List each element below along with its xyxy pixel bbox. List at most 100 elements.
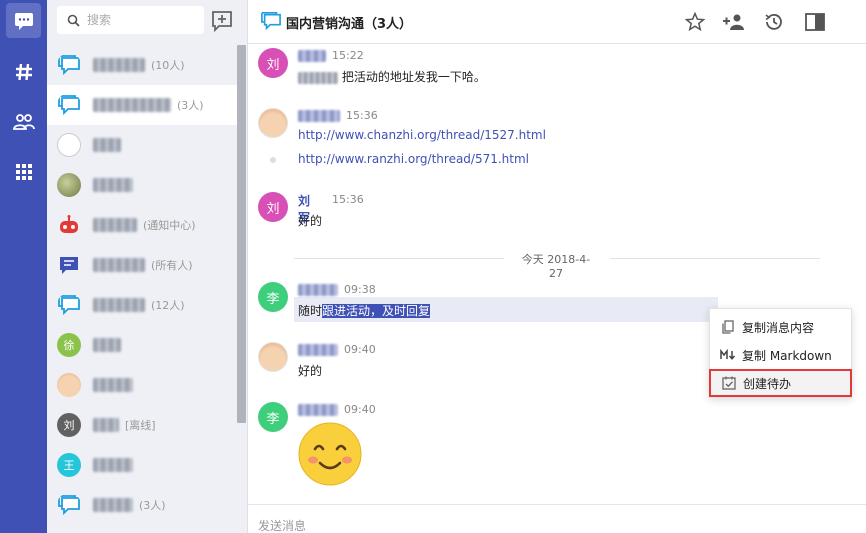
search-input[interactable]	[87, 13, 197, 27]
selected-text: 跟进活动，及时回复	[322, 304, 431, 318]
group-chat-icon	[57, 293, 81, 317]
conversation-item[interactable]	[47, 365, 237, 405]
message-time: 15:36	[332, 193, 364, 206]
conversation-meta: (3人)	[139, 499, 166, 512]
date-label: 今天 2018-4-27	[521, 253, 591, 280]
copy-markdown-menu-item[interactable]: 复制 Markdown	[710, 341, 851, 369]
conversation-item[interactable]: 刘 [离线]	[47, 405, 237, 445]
conversation-item[interactable]	[47, 125, 237, 165]
conversation-meta: (12人)	[151, 299, 185, 312]
sender-name-blurred	[298, 404, 338, 416]
conversation-item[interactable]: (所有人)	[47, 245, 237, 285]
announcement-icon	[57, 253, 81, 277]
avatar: 王	[57, 453, 81, 477]
message-text: 随时	[298, 304, 323, 318]
avatar-photo	[258, 342, 288, 372]
smiley-emoji	[298, 422, 362, 489]
conversation-items: (10人) (3人) (通知中心) (所有人) (12人) 徐 刘 [离线] 王…	[47, 45, 237, 525]
conversation-name-blurred	[93, 418, 119, 432]
menu-label: 复制 Markdown	[742, 348, 832, 363]
list-scrollbar[interactable]	[237, 45, 246, 423]
apps-nav-button[interactable]	[6, 154, 41, 189]
search-box[interactable]	[57, 6, 204, 34]
conversation-name-blurred	[93, 338, 121, 352]
conversation-item[interactable]: (12人)	[47, 285, 237, 325]
conversation-item[interactable]: 徐	[47, 325, 237, 365]
message-text: 把活动的地址发我一下哈。	[341, 70, 486, 84]
conversation-item[interactable]	[47, 165, 237, 205]
conversation-item[interactable]: (3人)	[47, 485, 237, 525]
message-time: 15:36	[346, 109, 378, 122]
message-body: http://www.ranzhi.org/thread/571.html	[298, 152, 529, 166]
message-body: http://www.chanzhi.org/thread/1527.html	[298, 128, 546, 142]
chat-icon	[14, 12, 33, 30]
hash-icon	[15, 63, 32, 80]
message-body: 把活动的地址发我一下哈。	[298, 68, 486, 85]
create-todo-menu-item[interactable]: 创建待办	[709, 369, 852, 397]
group-chat-icon	[57, 53, 81, 77]
history-button[interactable]	[762, 10, 786, 34]
message-time: 09:38	[344, 283, 376, 296]
star-button[interactable]	[683, 10, 707, 34]
channels-nav-button[interactable]	[6, 54, 41, 89]
date-divider: 今天 2018-4-27	[248, 250, 866, 280]
avatar: 刘	[57, 413, 81, 437]
message-link[interactable]: http://www.chanzhi.org/thread/1527.html	[298, 128, 546, 142]
robot-icon	[57, 213, 81, 237]
conversation-item[interactable]: (10人)	[47, 45, 237, 85]
chat-nav-button[interactable]	[6, 3, 41, 38]
conversation-name-blurred	[93, 218, 137, 232]
chat-header: 国内营销沟通（3人）	[248, 0, 866, 44]
avatar-photo	[57, 373, 81, 397]
grid-icon	[15, 163, 32, 180]
avatar-photo	[57, 173, 81, 197]
conversation-item[interactable]: (通知中心)	[47, 205, 237, 245]
avatar: 刘	[258, 192, 288, 222]
conversation-item-active[interactable]: (3人)	[47, 85, 237, 125]
contacts-nav-button[interactable]	[6, 104, 41, 139]
message-text: 好的	[298, 364, 323, 378]
conversation-meta: (10人)	[151, 59, 185, 72]
avatar-photo	[258, 108, 288, 138]
chat-title: 国内营销沟通（3人）	[286, 17, 413, 32]
conversation-name-blurred	[93, 58, 145, 72]
message-time: 15:22	[332, 49, 364, 62]
copy-icon	[720, 320, 736, 334]
conversation-item[interactable]: 王	[47, 445, 237, 485]
message-link[interactable]: http://www.ranzhi.org/thread/571.html	[298, 152, 529, 166]
divider-line	[294, 258, 504, 259]
conversation-meta: [离线]	[125, 419, 156, 432]
mention-blurred	[298, 71, 338, 84]
group-chat-icon	[260, 11, 282, 34]
group-chat-icon	[57, 93, 81, 117]
new-chat-button[interactable]	[210, 9, 234, 33]
group-chat-icon	[57, 493, 81, 517]
avatar: 李	[258, 402, 288, 432]
add-person-icon	[723, 14, 744, 30]
conversation-name-blurred	[93, 498, 133, 512]
avatar: 李	[258, 282, 288, 312]
chat-panel: 国内营销沟通（3人） 刘 15:22 把活动的地址发我一下哈。 15:36 ht…	[248, 0, 866, 533]
conversation-list-panel: (10人) (3人) (通知中心) (所有人) (12人)	[47, 0, 248, 533]
conversation-name-blurred	[93, 138, 121, 152]
sidebar-icon	[805, 13, 825, 31]
message-text: 好的	[298, 214, 323, 228]
conversation-meta: (所有人)	[151, 259, 193, 272]
message-context-menu: 复制消息内容 复制 Markdown 创建待办	[709, 308, 852, 398]
add-member-button[interactable]	[722, 10, 746, 34]
conversation-name-blurred	[93, 178, 133, 192]
app-rail	[0, 0, 47, 533]
todo-check-icon	[721, 376, 737, 390]
message-list: 刘 15:22 把活动的地址发我一下哈。 15:36 http://www.ch…	[248, 44, 866, 504]
conversation-meta: (3人)	[177, 99, 204, 112]
avatar: 徐	[57, 333, 81, 357]
search-icon	[67, 14, 80, 27]
message-input[interactable]	[258, 517, 848, 533]
menu-label: 复制消息内容	[742, 320, 815, 335]
sender-name-blurred	[298, 284, 338, 296]
continuation-dot	[270, 157, 276, 163]
sidebar-toggle-button[interactable]	[803, 10, 827, 34]
message-body[interactable]: 随时跟进活动，及时回复	[298, 302, 431, 319]
history-icon	[765, 14, 782, 30]
copy-content-menu-item[interactable]: 复制消息内容	[710, 313, 851, 341]
